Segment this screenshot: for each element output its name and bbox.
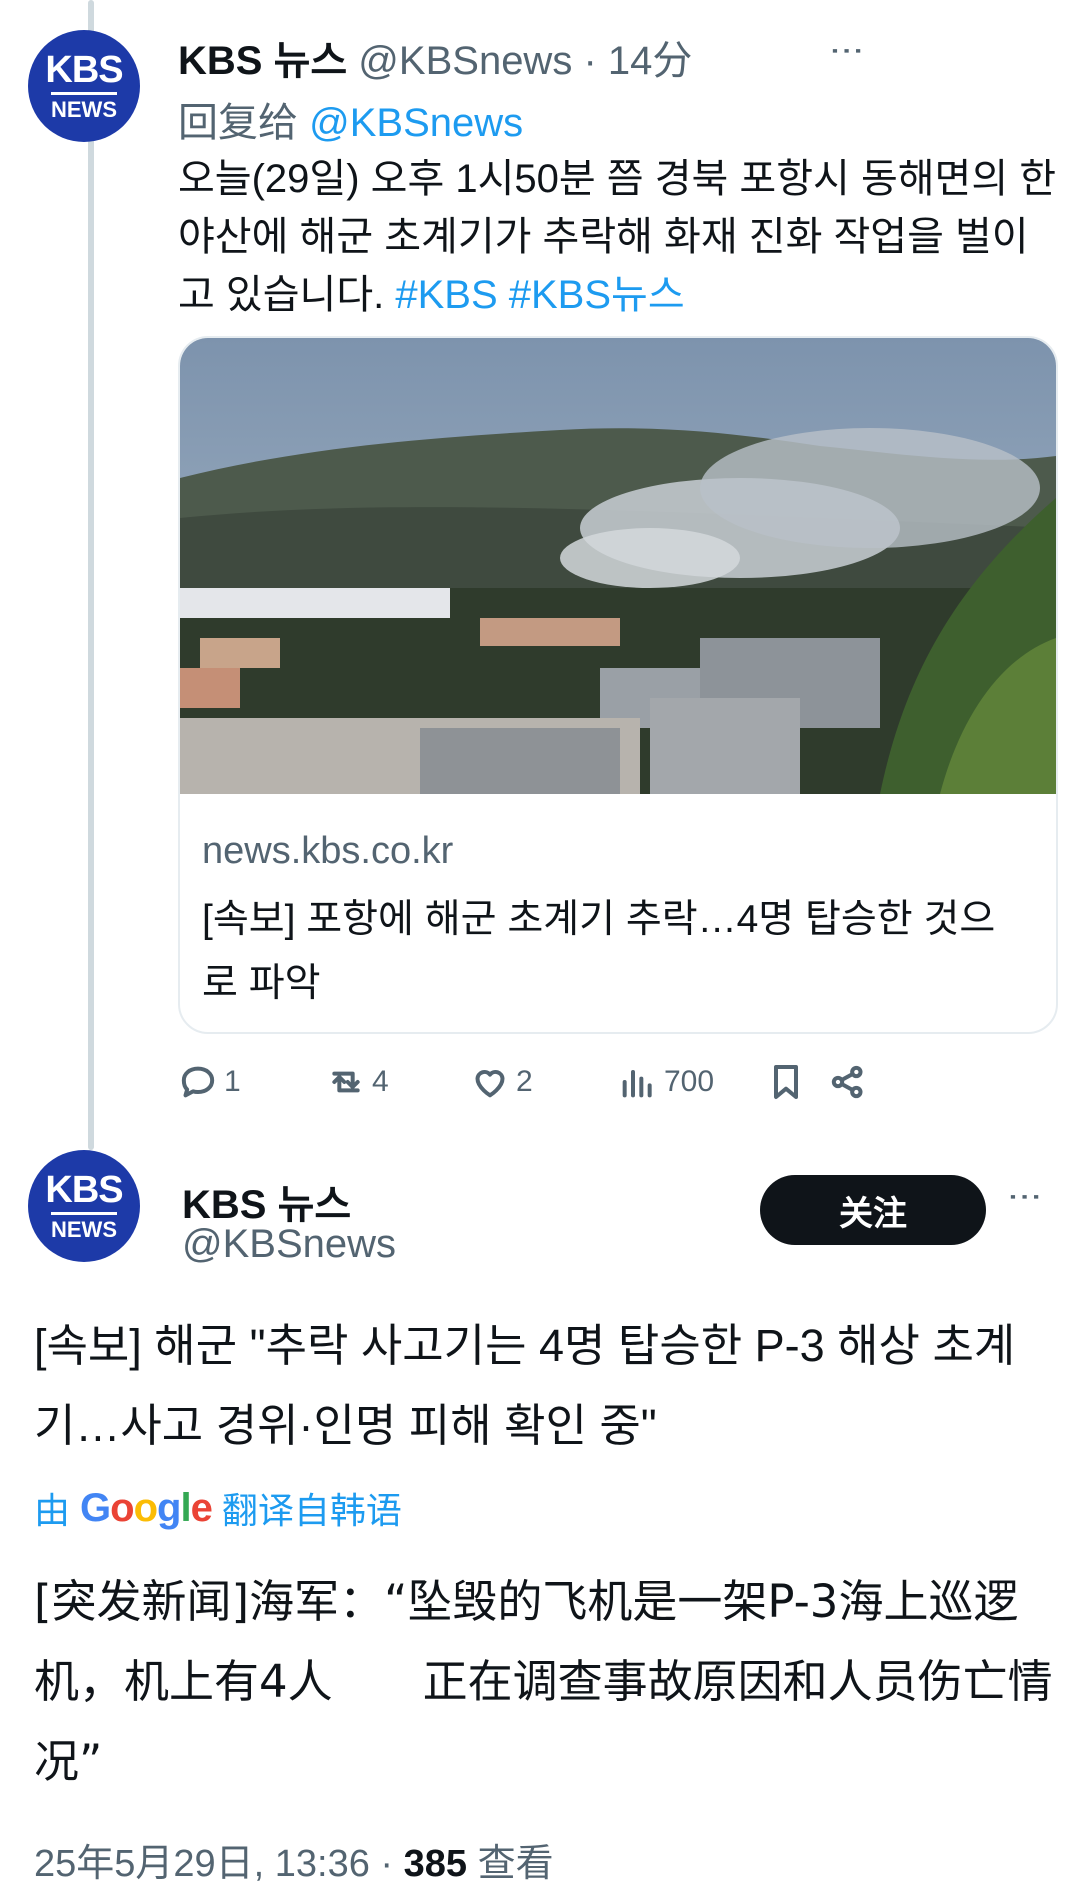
- handle[interactable]: @KBSnews: [182, 1222, 396, 1267]
- reply-icon: [181, 1066, 215, 1098]
- card-title: [속보] 포항에 해군 초계기 추락…4명 탑승한 것으로 파악: [202, 898, 996, 1005]
- share-button[interactable]: [828, 1062, 868, 1102]
- views-icon: [622, 1070, 652, 1098]
- views-button[interactable]: 700: [618, 1062, 714, 1102]
- reply-count: 1: [224, 1065, 241, 1098]
- link-card[interactable]: news.kbs.co.kr [속보] 포항에 해군 초계기 추락…4명 탑승한…: [178, 336, 1058, 1034]
- display-name[interactable]: KBS 뉴스: [178, 39, 347, 83]
- post-date[interactable]: 25年5月29日, 13:36 ·: [34, 1843, 404, 1885]
- retweet-count: 4: [372, 1065, 389, 1098]
- like-button[interactable]: 2: [470, 1062, 533, 1102]
- tweet-meta: 25年5月29日, 13:36 · 385 查看: [34, 1832, 554, 1887]
- avatar[interactable]: KBS NEWS: [28, 30, 140, 142]
- avatar-logo-kbs: KBS: [45, 1169, 123, 1211]
- like-count: 2: [516, 1065, 533, 1098]
- bookmark-button[interactable]: [766, 1062, 806, 1102]
- tweet-text: 오늘(29일) 오후 1시50분 쯤 경북 포항시 동해면의 한 야산에 해군 …: [178, 150, 1058, 324]
- tweet-header: KBS 뉴스 @KBSnews · 14分: [178, 28, 692, 86]
- avatar-logo-news: NEWS: [51, 1217, 117, 1242]
- more-icon[interactable]: ⋮: [1006, 1180, 1044, 1220]
- translate-prefix: 由: [34, 1490, 71, 1531]
- thread-connector-line: [88, 0, 94, 1150]
- like-icon: [475, 1070, 505, 1098]
- bookmark-icon: [774, 1065, 798, 1099]
- view-count: 700: [664, 1065, 715, 1098]
- avatar[interactable]: KBS NEWS: [28, 1150, 140, 1262]
- google-logo: Google: [80, 1485, 213, 1530]
- share-icon: [831, 1065, 863, 1099]
- avatar-logo-news: NEWS: [51, 97, 117, 122]
- view-count: 385: [403, 1843, 468, 1885]
- translated-text: [突发新闻]海军：“坠毁的飞机是一架P-3海上巡逻机，机上有4人 正在调查事故原…: [34, 1575, 1053, 1788]
- handle[interactable]: @KBSnews: [358, 39, 572, 83]
- retweet-button[interactable]: 4: [326, 1062, 389, 1102]
- action-bar: 1 4 2 700: [178, 1052, 1058, 1112]
- avatar-logo-kbs: KBS: [45, 49, 123, 91]
- avatar-logo-bar: [51, 1212, 117, 1215]
- timestamp[interactable]: 14分: [608, 39, 693, 83]
- reply-handle-link[interactable]: @KBSnews: [309, 101, 523, 145]
- card-image: [180, 338, 1056, 794]
- follow-button[interactable]: 关注: [760, 1175, 986, 1245]
- card-domain: news.kbs.co.kr: [202, 830, 454, 872]
- reply-button[interactable]: 1: [178, 1062, 241, 1102]
- views-label: 查看: [467, 1843, 554, 1885]
- hashtags[interactable]: #KBS #KBS뉴스: [395, 273, 684, 317]
- more-icon[interactable]: ⋮: [828, 34, 866, 74]
- translation-attribution[interactable]: 由 Google 翻译自韩语: [34, 1482, 402, 1534]
- translate-suffix: 翻译自韩语: [221, 1490, 402, 1531]
- reply-prefix: 回复给: [178, 101, 310, 145]
- reply-to-line: 回复给 @KBSnews: [178, 90, 523, 148]
- separator: ·: [572, 39, 608, 83]
- retweet-icon: [332, 1071, 360, 1093]
- tweet-text: [속보] 해군 "추락 사고기는 4명 탑승한 P-3 해상 초계기…사고 경위…: [34, 1320, 1016, 1451]
- avatar-logo-bar: [51, 92, 117, 95]
